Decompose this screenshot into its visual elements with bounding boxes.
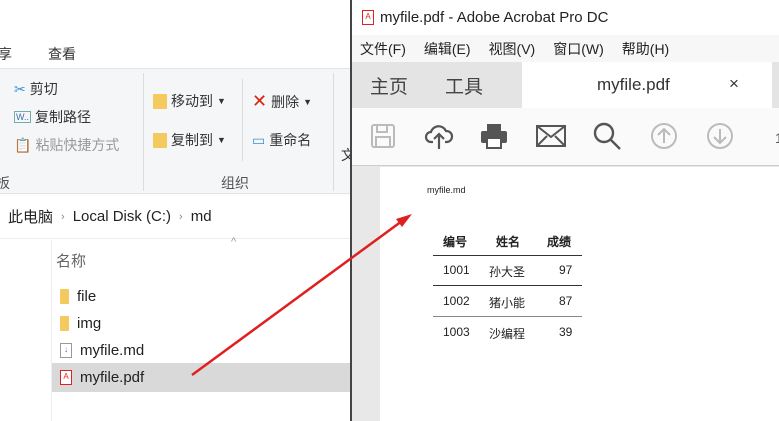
annotation-arrow — [191, 214, 412, 377]
arrow-line — [191, 219, 403, 377]
